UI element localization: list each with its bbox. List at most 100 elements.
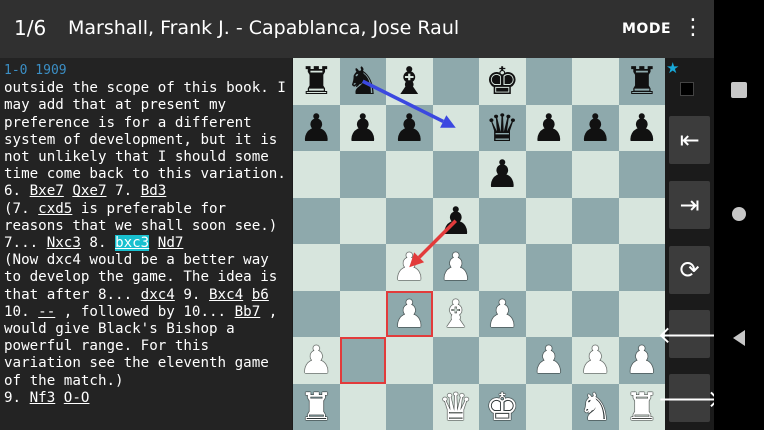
square-a5[interactable] [293,197,340,244]
game-number[interactable]: 1/6 [14,16,46,40]
back-nav-icon[interactable] [733,330,745,346]
square-e7[interactable] [479,104,526,151]
chess-board[interactable]: ♜ ♞ ♝ ♚ ♜ ♟ ♟ ♟ ♛ ♟ ♟ ♟ ♟ ♟ ♟ ♟ ♟ ♝ ♟ ♟ ♟ ♟ ♟ ♜ ♛ ♚ ♞ ♜ [293,58,665,430]
move-link[interactable]: O-O [64,390,90,406]
comment-text: 9. [174,286,210,303]
square-h5[interactable] [618,197,665,244]
move-link[interactable]: Qxe7 [72,183,106,199]
prev-variation-button[interactable]: ⇤ [669,116,710,164]
square-d5[interactable] [432,197,479,244]
home-icon[interactable] [732,207,746,221]
square-d2[interactable] [432,337,479,384]
move-link[interactable]: -- [38,304,55,320]
square-b5[interactable] [339,197,386,244]
move-link[interactable]: Nf3 [30,390,56,406]
square-b1[interactable] [339,383,386,430]
square-a7[interactable] [293,104,340,151]
current-move[interactable]: bxc3 [115,235,150,252]
square-b7[interactable] [339,104,386,151]
square-c6[interactable] [386,151,433,198]
move-link[interactable]: b6 [252,287,269,303]
square-a1[interactable] [293,383,340,430]
square-e6[interactable] [479,151,526,198]
square-e8[interactable] [479,58,526,105]
square-f5[interactable] [525,197,572,244]
square-a6[interactable] [293,151,340,198]
star-icon: ★ [666,59,680,77]
square-d4[interactable] [432,244,479,291]
square-h6[interactable] [618,151,665,198]
square-e2[interactable] [479,337,526,384]
square-e3[interactable] [479,290,526,337]
move-link[interactable]: Bxe7 [30,183,64,199]
square-b3[interactable] [339,290,386,337]
move-link[interactable]: Bxc4 [209,287,243,303]
square-h8[interactable] [618,58,665,105]
square-d7[interactable] [432,104,479,151]
move-text-panel[interactable]: 1-0 1909 outside the scope of this book.… [0,58,292,430]
forward-button[interactable]: 🡒 [657,374,722,422]
square-f4[interactable] [525,244,572,291]
more-vert-icon[interactable]: ⋮ [682,14,704,42]
system-nav-bar [714,0,764,430]
move-link[interactable]: dxc4 [141,287,175,303]
mode-button[interactable]: MODE [622,21,671,37]
recents-icon[interactable] [731,82,747,98]
game-title[interactable]: Marshall, Frank J. - Capablanca, Jose Ra… [68,17,459,39]
square-c1[interactable] [386,383,433,430]
square-f6[interactable] [525,151,572,198]
square-b8[interactable] [339,58,386,105]
square-g3[interactable] [572,290,619,337]
square-e4[interactable] [479,244,526,291]
square-h7[interactable] [618,104,665,151]
square-e1[interactable] [479,383,526,430]
square-f7[interactable] [525,104,572,151]
square-g8[interactable] [572,58,619,105]
square-c2[interactable] [386,337,433,384]
square-c7[interactable] [386,104,433,151]
cycle-icon: ⟳ [679,256,700,284]
square-g1[interactable] [572,383,619,430]
comment-text [243,287,252,303]
move-link[interactable]: Bb7 [235,304,261,320]
square-b6[interactable] [339,151,386,198]
back-button[interactable]: 🡐 [657,310,722,358]
arrow-right-icon: 🡒 [657,384,722,413]
square-c4[interactable] [386,244,433,291]
move-link[interactable]: cxd5 [38,201,72,217]
comment-text: 10. [4,303,39,320]
square-c8[interactable] [386,58,433,105]
square-g7[interactable] [572,104,619,151]
square-a2[interactable] [293,337,340,384]
move-number: 9. [4,389,30,406]
game-result-header: 1-0 1909 [4,63,67,78]
next-variation-button[interactable]: ⇥ [669,181,710,229]
square-d1[interactable] [432,383,479,430]
square-d8[interactable] [432,58,479,105]
square-a4[interactable] [293,244,340,291]
square-g2[interactable] [572,337,619,384]
square-g6[interactable] [572,151,619,198]
square-d6[interactable] [432,151,479,198]
square-e5[interactable] [479,197,526,244]
square-f3[interactable] [525,290,572,337]
square-b4[interactable] [339,244,386,291]
move-link[interactable]: Nd7 [158,235,184,251]
move-number: 8. [80,235,116,252]
square-f1[interactable] [525,383,572,430]
square-h4[interactable] [618,244,665,291]
highlight-c3 [386,290,433,337]
flip-board-button[interactable]: ⟳ [669,246,710,294]
square-f2[interactable] [525,337,572,384]
square-a8[interactable] [293,58,340,105]
square-f8[interactable] [525,58,572,105]
variation-back-icon: ⇤ [679,126,700,154]
move-link[interactable]: Bd3 [141,183,167,199]
square-g5[interactable] [572,197,619,244]
highlight-b2 [339,337,386,384]
square-a3[interactable] [293,290,340,337]
square-g4[interactable] [572,244,619,291]
square-d3[interactable] [432,290,479,337]
square-c5[interactable] [386,197,433,244]
move-link[interactable]: Nxc3 [47,235,81,251]
